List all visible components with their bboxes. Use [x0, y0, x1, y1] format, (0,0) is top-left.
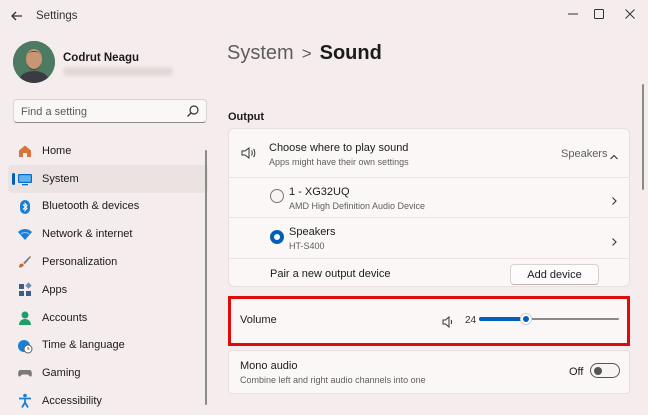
choose-output-title: Choose where to play sound	[269, 142, 409, 154]
sidebar-item-home[interactable]: Home	[8, 137, 208, 165]
mono-audio-toggle[interactable]	[590, 363, 620, 378]
back-arrow-icon[interactable]	[10, 9, 26, 23]
sidebar-item-label: Bluetooth & devices	[42, 200, 140, 213]
app-title: Settings	[36, 10, 78, 22]
sidebar-scrollbar[interactable]	[205, 150, 207, 405]
avatar[interactable]	[13, 41, 55, 83]
breadcrumb-parent[interactable]: System	[227, 42, 294, 64]
sidebar-item-label: System	[42, 172, 79, 185]
pair-device-row: Pair a new output device Add device	[229, 259, 629, 287]
sidebar-item-bluetooth[interactable]: Bluetooth & devices	[8, 193, 208, 221]
add-device-button[interactable]: Add device	[510, 264, 599, 285]
breadcrumb: System > Sound	[227, 42, 382, 65]
device-detail: HT-S400	[289, 241, 325, 251]
chevron-up-icon[interactable]	[609, 149, 619, 160]
sidebar-nav: Home System Bluetooth & devices Network …	[8, 137, 208, 415]
sidebar-item-label: Gaming	[42, 367, 81, 380]
search-box[interactable]	[13, 99, 207, 123]
toggle-knob	[594, 367, 602, 375]
speaker-icon	[241, 146, 257, 165]
search-icon[interactable]	[186, 104, 200, 118]
sidebar-item-network[interactable]: Network & internet	[8, 220, 208, 248]
mono-audio-card: Mono audio Combine left and right audio …	[228, 350, 630, 394]
choose-output-subtitle: Apps might have their own settings	[269, 157, 409, 167]
accounts-icon	[17, 310, 33, 326]
accessibility-icon	[17, 393, 33, 409]
output-device-row[interactable]: Speakers HT-S400	[229, 218, 629, 258]
sidebar-item-gaming[interactable]: Gaming	[8, 359, 208, 387]
close-button[interactable]	[618, 4, 642, 24]
user-email-blurred	[63, 67, 173, 76]
device-radio[interactable]	[270, 189, 284, 203]
section-title-output: Output	[228, 111, 265, 123]
mono-audio-subtitle: Combine left and right audio channels in…	[240, 375, 426, 385]
settings-window: Settings Codrut Neagu Find a setting Hom…	[0, 0, 648, 415]
sidebar-item-label: Apps	[42, 283, 68, 296]
search-input[interactable]	[21, 104, 181, 119]
user-name: Codrut Neagu	[63, 52, 140, 64]
breadcrumb-separator: >	[301, 44, 312, 63]
chevron-right-icon[interactable]	[609, 193, 619, 205]
page-title: Sound	[319, 42, 382, 64]
sidebar-item-accounts[interactable]: Accounts	[8, 304, 208, 332]
device-name: Speakers	[289, 226, 336, 238]
maximize-button[interactable]	[587, 4, 611, 24]
minimize-button[interactable]	[561, 4, 585, 24]
choose-output-value: Speakers	[561, 148, 608, 160]
sidebar-item-apps[interactable]: Apps	[8, 276, 208, 304]
home-icon	[17, 143, 33, 159]
chevron-right-icon[interactable]	[609, 234, 619, 246]
gamepad-icon	[17, 365, 33, 381]
globe-clock-icon	[17, 338, 33, 354]
pair-device-label: Pair a new output device	[270, 268, 391, 280]
volume-highlight-box	[228, 296, 630, 346]
output-card: Choose where to play sound Apps might ha…	[228, 128, 630, 287]
apps-icon	[17, 282, 33, 298]
main-scrollbar[interactable]	[642, 84, 644, 190]
sidebar-item-label: Accounts	[42, 311, 88, 324]
device-detail: AMD High Definition Audio Device	[289, 201, 426, 211]
wifi-icon	[17, 226, 33, 242]
system-icon	[17, 171, 33, 187]
active-indicator	[12, 172, 15, 185]
sidebar-item-system[interactable]: System	[8, 164, 208, 193]
bluetooth-icon	[17, 199, 33, 215]
sidebar-item-label: Time & language	[42, 339, 125, 352]
sidebar-item-label: Home	[42, 144, 72, 157]
device-name: 1 - XG32UQ	[289, 186, 350, 198]
device-radio-selected[interactable]	[270, 230, 284, 244]
sidebar-item-time-language[interactable]: Time & language	[8, 332, 208, 360]
mono-audio-state: Off	[569, 366, 584, 378]
sidebar-item-personalization[interactable]: Personalization	[8, 248, 208, 276]
choose-output-row[interactable]: Choose where to play sound Apps might ha…	[229, 129, 629, 177]
sidebar-item-label: Accessibility	[42, 395, 102, 408]
title-bar: Settings	[0, 0, 648, 32]
output-device-row[interactable]: 1 - XG32UQ AMD High Definition Audio Dev…	[229, 178, 629, 217]
sidebar-item-accessibility[interactable]: Accessibility	[8, 387, 208, 415]
brush-icon	[17, 254, 33, 270]
sidebar-item-label: Personalization	[42, 256, 118, 269]
sidebar-item-label: Network & internet	[42, 228, 133, 241]
mono-audio-title: Mono audio	[240, 360, 298, 372]
